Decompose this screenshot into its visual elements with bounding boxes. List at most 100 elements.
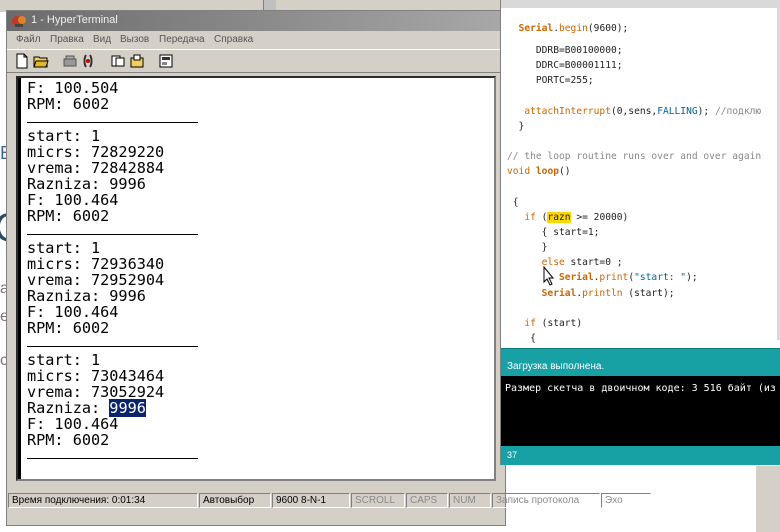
code-token: begin — [559, 23, 588, 34]
code-line: if (start) — [507, 318, 582, 329]
code-line: PORTC=255; — [507, 75, 594, 86]
code-line: void loop() — [507, 166, 571, 177]
status-params: 9600 8-N-1 — [272, 493, 350, 508]
terminal-line: vrema: 72842884 — [27, 160, 164, 176]
hyperterminal-icon — [11, 13, 27, 29]
code-token: start=0 ; — [564, 257, 623, 268]
console-text: Размер скетча в двоичном коде: 3 516 бай… — [505, 383, 776, 394]
terminal-line: F: 100.464 — [27, 192, 164, 208]
status-scroll: SCROLL — [351, 493, 405, 508]
terminal-separator — [27, 336, 199, 352]
arduino-ide-window: Serial.begin(9600); DDRB=B00100000; DDRC… — [500, 0, 780, 465]
code-line: Serial.begin(9600); — [507, 23, 629, 34]
code-token: >= 20000) — [570, 212, 629, 223]
code-line: } — [507, 242, 548, 253]
menu-edit[interactable]: Правка — [50, 34, 84, 45]
code-token: (start); — [622, 288, 675, 299]
code-token: razn — [547, 212, 571, 223]
code-token: else — [507, 257, 565, 268]
terminal-separator — [27, 448, 199, 464]
code-token: { — [507, 333, 536, 344]
code-token: loop — [535, 166, 559, 177]
code-token: (start) — [535, 318, 583, 329]
terminal-separator — [27, 224, 199, 240]
terminal-line: start: 1 — [27, 352, 164, 368]
terminal-line: vrema: 73052924 — [27, 384, 164, 400]
code-token: DDRB=B00100000; — [507, 45, 623, 56]
terminal-line: RPM: 6002 — [27, 432, 164, 448]
code-line: { — [507, 333, 536, 344]
code-token: "start: " — [634, 272, 687, 283]
terminal-line: F: 100.504 — [27, 80, 164, 96]
terminal-line-text: RPM: 6002 — [27, 319, 110, 337]
menu-view[interactable]: Вид — [93, 34, 111, 45]
terminal-left-border — [18, 78, 21, 479]
terminal-line: RPM: 6002 — [27, 208, 164, 224]
terminal-line: Razniza: 9996 — [27, 288, 164, 304]
terminal-line: micrs: 73043464 — [27, 368, 164, 384]
desktop-corner — [756, 466, 780, 532]
code-token: print — [599, 272, 629, 283]
status-num: NUM — [449, 493, 491, 508]
terminal-lines: F: 100.504 RPM: 6002 start: 1 micrs: 728292… — [27, 80, 199, 464]
code-line: if (razn >= 20000) — [507, 212, 628, 223]
code-token: ); — [697, 106, 715, 117]
terminal-output[interactable]: F: 100.504 RPM: 6002 start: 1 micrs: 728292… — [16, 76, 496, 481]
menu-transfer[interactable]: Передача — [159, 34, 205, 45]
code-token: () — [559, 166, 571, 177]
new-icon[interactable] — [13, 52, 31, 70]
code-line: } — [507, 121, 525, 132]
code-token: { start=1; — [507, 227, 600, 238]
terminal-line: micrs: 72936340 — [27, 256, 164, 272]
code-token: ( — [535, 212, 548, 223]
code-token: // the loop routine runs over and over a… — [507, 151, 762, 162]
upload-status-message: Загрузка выполнена. — [507, 361, 605, 372]
code-token: println — [582, 288, 623, 299]
upload-status-bar: Загрузка выполнена. — [501, 348, 780, 377]
properties-icon[interactable] — [157, 52, 175, 70]
code-token: (9600); — [587, 23, 629, 34]
call-icon[interactable] — [80, 52, 98, 70]
line-number: 37 — [507, 450, 518, 460]
send-icon[interactable] — [109, 52, 127, 70]
code-line: DDRB=B00100000; — [507, 45, 623, 56]
code-token: (0,sens, — [610, 106, 658, 117]
terminal-line-text: RPM: 6002 — [27, 95, 110, 113]
code-line: { — [507, 197, 519, 208]
code-token: Serial — [507, 23, 554, 34]
code-line: Serial.println (start); — [507, 288, 675, 299]
status-capture: Запись протокола — [492, 493, 600, 508]
code-token: Serial — [507, 288, 577, 299]
status-connection-time: Время подключения: 0:01:34 — [8, 493, 198, 508]
terminal-line-text: RPM: 6002 — [27, 207, 110, 225]
code-line: { start=1; — [507, 227, 600, 238]
code-line: DDRC=B00001111; — [507, 60, 623, 71]
status-caps: CAPS — [406, 493, 448, 508]
code-line: // the loop routine runs over and over a… — [507, 151, 761, 162]
terminal-line: RPM: 6002 — [27, 320, 164, 336]
terminal-line: Razniza: 9996 — [27, 399, 164, 417]
code-token: attachInterrupt — [507, 106, 611, 117]
receive-icon[interactable] — [128, 52, 146, 70]
terminal-separator — [27, 112, 199, 128]
menu-file[interactable]: Файл — [16, 34, 41, 45]
code-token: FALLING — [657, 106, 698, 117]
code-editor[interactable]: Serial.begin(9600); DDRB=B00100000; DDRC… — [501, 0, 780, 348]
open-icon[interactable] — [32, 52, 50, 70]
terminal-line: vrema: 72952904 — [27, 272, 164, 288]
menu-bar: Файл Правка Вид Вызов Передача Справка — [7, 32, 505, 48]
console-output: Размер скетча в двоичном коде: 3 516 бай… — [501, 376, 780, 446]
menu-help[interactable]: Справка — [214, 34, 253, 45]
code-token: //подклю — [714, 106, 762, 117]
toolbar — [7, 49, 505, 73]
title-bar[interactable]: 1 - HyperTerminal — [7, 11, 505, 31]
terminal-line: F: 100.464 — [27, 416, 164, 432]
code-token: void — [507, 166, 531, 177]
status-bar: Время подключения: 0:01:34 Автовыбор 960… — [6, 492, 756, 510]
editor-footer: 37 — [501, 446, 780, 465]
code-token: ); — [686, 272, 698, 283]
menu-call[interactable]: Вызов — [120, 34, 149, 45]
disconnect-icon[interactable] — [61, 52, 79, 70]
code-line: attachInterrupt(0,sens,FALLING); //подкл… — [507, 106, 761, 117]
code-token: DDRC=B00001111; — [507, 60, 623, 71]
